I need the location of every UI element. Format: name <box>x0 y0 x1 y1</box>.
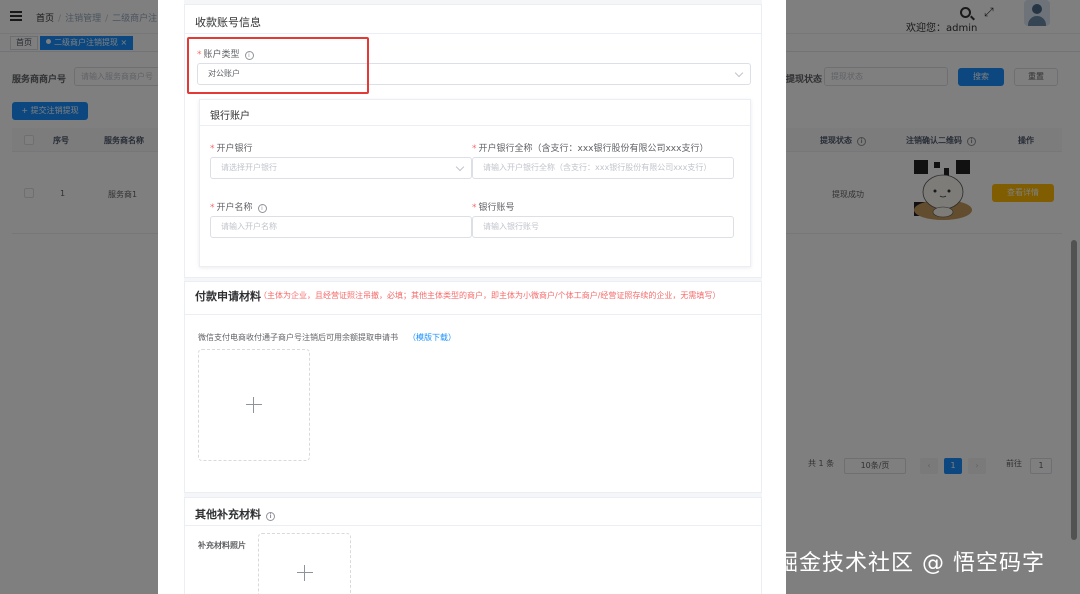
card-divider <box>185 525 761 526</box>
bank-fullname-label: * 开户银行全称（含支行：xxx银行股份有限公司xxx支行） <box>472 144 709 154</box>
payment-materials-card: 付款申请材料 （主体为企业，且经营证照注吊撤，必填；其他主体类型的商户，即主体为… <box>184 281 762 493</box>
other-materials-card: 其他补充材料 i 补充材料照片 <box>184 497 762 594</box>
account-number-label: * 银行账号 <box>472 203 515 213</box>
card-divider <box>185 33 761 34</box>
bank-placeholder: 请选择开户银行 <box>221 163 277 172</box>
account-number-input[interactable]: 请输入银行账号 <box>472 216 734 238</box>
plus-icon <box>296 565 313 581</box>
chevron-down-icon <box>734 68 744 78</box>
chevron-down-icon <box>455 162 465 172</box>
card-divider <box>200 125 750 126</box>
application-doc-label: 微信支付电商收付通子商户号注销后可用余额提取申请书 （模版下载） <box>198 333 456 342</box>
bank-label: * 开户银行 <box>210 144 253 154</box>
card-divider <box>185 314 761 315</box>
page-scrollbar[interactable] <box>1071 240 1077 540</box>
info-icon: i <box>266 512 275 521</box>
plus-icon <box>246 397 262 413</box>
receiving-account-title: 收款账号信息 <box>195 16 261 29</box>
application-upload[interactable] <box>198 349 310 461</box>
account-name-input[interactable]: 请输入开户名称 <box>210 216 472 238</box>
payment-materials-note: （主体为企业，且经营证照注吊撤，必填；其他主体类型的商户，即主体为小微商户/个体… <box>259 291 721 300</box>
supplement-photo-label: 补充材料照片 <box>198 541 246 550</box>
highlight-box <box>187 37 369 94</box>
bank-select[interactable]: 请选择开户银行 <box>210 157 472 179</box>
bank-account-card: 银行账户 * 开户银行 请选择开户银行 * 开户银行全称（含支行：xxx银行股份有限… <box>199 99 751 267</box>
supplement-upload[interactable] <box>258 533 351 594</box>
bank-account-title: 银行账户 <box>210 111 250 122</box>
bank-fullname-input[interactable]: 请输入开户银行全称（含支行：xxx银行股份有限公司xxx支行） <box>472 157 734 179</box>
other-materials-title: 其他补充材料 i <box>195 506 275 522</box>
info-icon: i <box>257 204 267 213</box>
payment-materials-title: 付款申请材料 <box>195 290 261 303</box>
watermark: 掘金技术社区 @ 悟空码字 <box>776 551 1045 576</box>
account-name-label: * 开户名称 i <box>210 200 267 213</box>
template-download-link[interactable]: （模版下载） <box>408 333 456 342</box>
